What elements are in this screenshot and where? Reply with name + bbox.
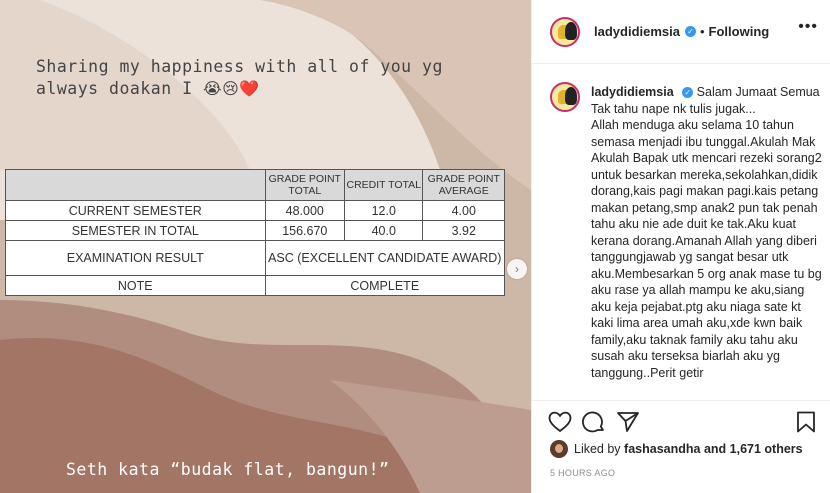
- comment-body: ladydidiemsia ✓ Salam Jumaat Semua Tak t…: [591, 84, 822, 381]
- caption-emojis: 😭😢❤️: [202, 79, 260, 98]
- row-gpa: 4.00: [422, 200, 505, 221]
- table-row: SEMESTER IN TOTAL 156.670 40.0 3.92: [5, 220, 505, 241]
- more-icon[interactable]: •••: [798, 18, 818, 36]
- table-row: EXAMINATION RESULT ASC (EXCELLENT CANDID…: [5, 240, 506, 276]
- comment-text: Salam Jumaat Semua Tak tahu nape nk tuli…: [591, 85, 822, 380]
- avatar[interactable]: [550, 16, 580, 47]
- header-username[interactable]: ladydidiemsia: [594, 24, 680, 39]
- row-gpa: 3.92: [422, 220, 505, 241]
- exam-result-label: EXAMINATION RESULT: [5, 240, 266, 276]
- header-grade-point-average: GRADE POINT AVERAGE: [422, 169, 505, 201]
- heart-icon[interactable]: [548, 411, 572, 433]
- post-caption-comment: ladydidiemsia ✓ Salam Jumaat Semua Tak t…: [550, 82, 822, 402]
- row-grade-point-total: 156.670: [264, 220, 346, 241]
- post-panel: ladydidiemsia ✓ • Following ••• ladydidi…: [531, 0, 830, 493]
- following-button[interactable]: Following: [709, 24, 770, 39]
- liker-username[interactable]: fashasandha: [624, 442, 700, 456]
- exam-result-value: ASC (EXCELLENT CANDIDATE AWARD): [264, 240, 506, 276]
- row-label: SEMESTER IN TOTAL: [5, 220, 266, 241]
- row-label: CURRENT SEMESTER: [5, 200, 266, 221]
- likes-count[interactable]: and 1,671 others: [704, 442, 803, 456]
- grades-table: GRADE POINT TOTAL CREDIT TOTAL GRADE POI…: [5, 169, 506, 296]
- post-timestamp[interactable]: 5 HOURS AGO: [550, 468, 615, 478]
- header-credit-total: CREDIT TOTAL: [344, 169, 424, 201]
- comment-username[interactable]: ladydidiemsia: [591, 85, 674, 99]
- caption-line-2: always doakan I: [36, 79, 193, 98]
- likes-row: Liked by fashasandha and 1,671 others: [550, 440, 803, 458]
- header-blank: [5, 169, 266, 201]
- row-grade-point-total: 48.000: [264, 200, 346, 221]
- likes-prefix: Liked by: [574, 442, 621, 456]
- verified-badge-icon: ✓: [682, 87, 694, 99]
- grades-header-row: GRADE POINT TOTAL CREDIT TOTAL GRADE POI…: [5, 169, 505, 201]
- note-label: NOTE: [5, 275, 266, 296]
- note-value: COMPLETE: [264, 275, 506, 296]
- avatar[interactable]: [550, 82, 580, 112]
- caption-line-1: Sharing my happiness with all of you yg: [36, 57, 443, 76]
- table-row: CURRENT SEMESTER 48.000 12.0 4.00: [5, 200, 505, 221]
- table-row: NOTE COMPLETE: [5, 275, 506, 296]
- verified-badge-icon: ✓: [684, 26, 696, 37]
- separator-dot: •: [699, 24, 705, 39]
- liker-avatar[interactable]: [550, 440, 568, 458]
- chevron-right-icon: ›: [515, 262, 519, 276]
- action-bar: [532, 400, 830, 441]
- next-slide-button[interactable]: ›: [507, 259, 527, 279]
- comment-icon[interactable]: [582, 411, 606, 433]
- header-grade-point-total: GRADE POINT TOTAL: [264, 169, 346, 201]
- bookmark-icon[interactable]: [796, 411, 816, 433]
- story-caption: Sharing my happiness with all of you yg …: [36, 56, 516, 100]
- story-image: Sharing my happiness with all of you yg …: [0, 0, 531, 493]
- row-credit-total: 12.0: [344, 200, 424, 221]
- story-footer-text: Seth kata “budak flat, bangun!”: [66, 460, 390, 479]
- post-header: ladydidiemsia ✓ • Following •••: [532, 0, 830, 64]
- share-icon[interactable]: [616, 411, 640, 433]
- row-credit-total: 40.0: [344, 220, 424, 241]
